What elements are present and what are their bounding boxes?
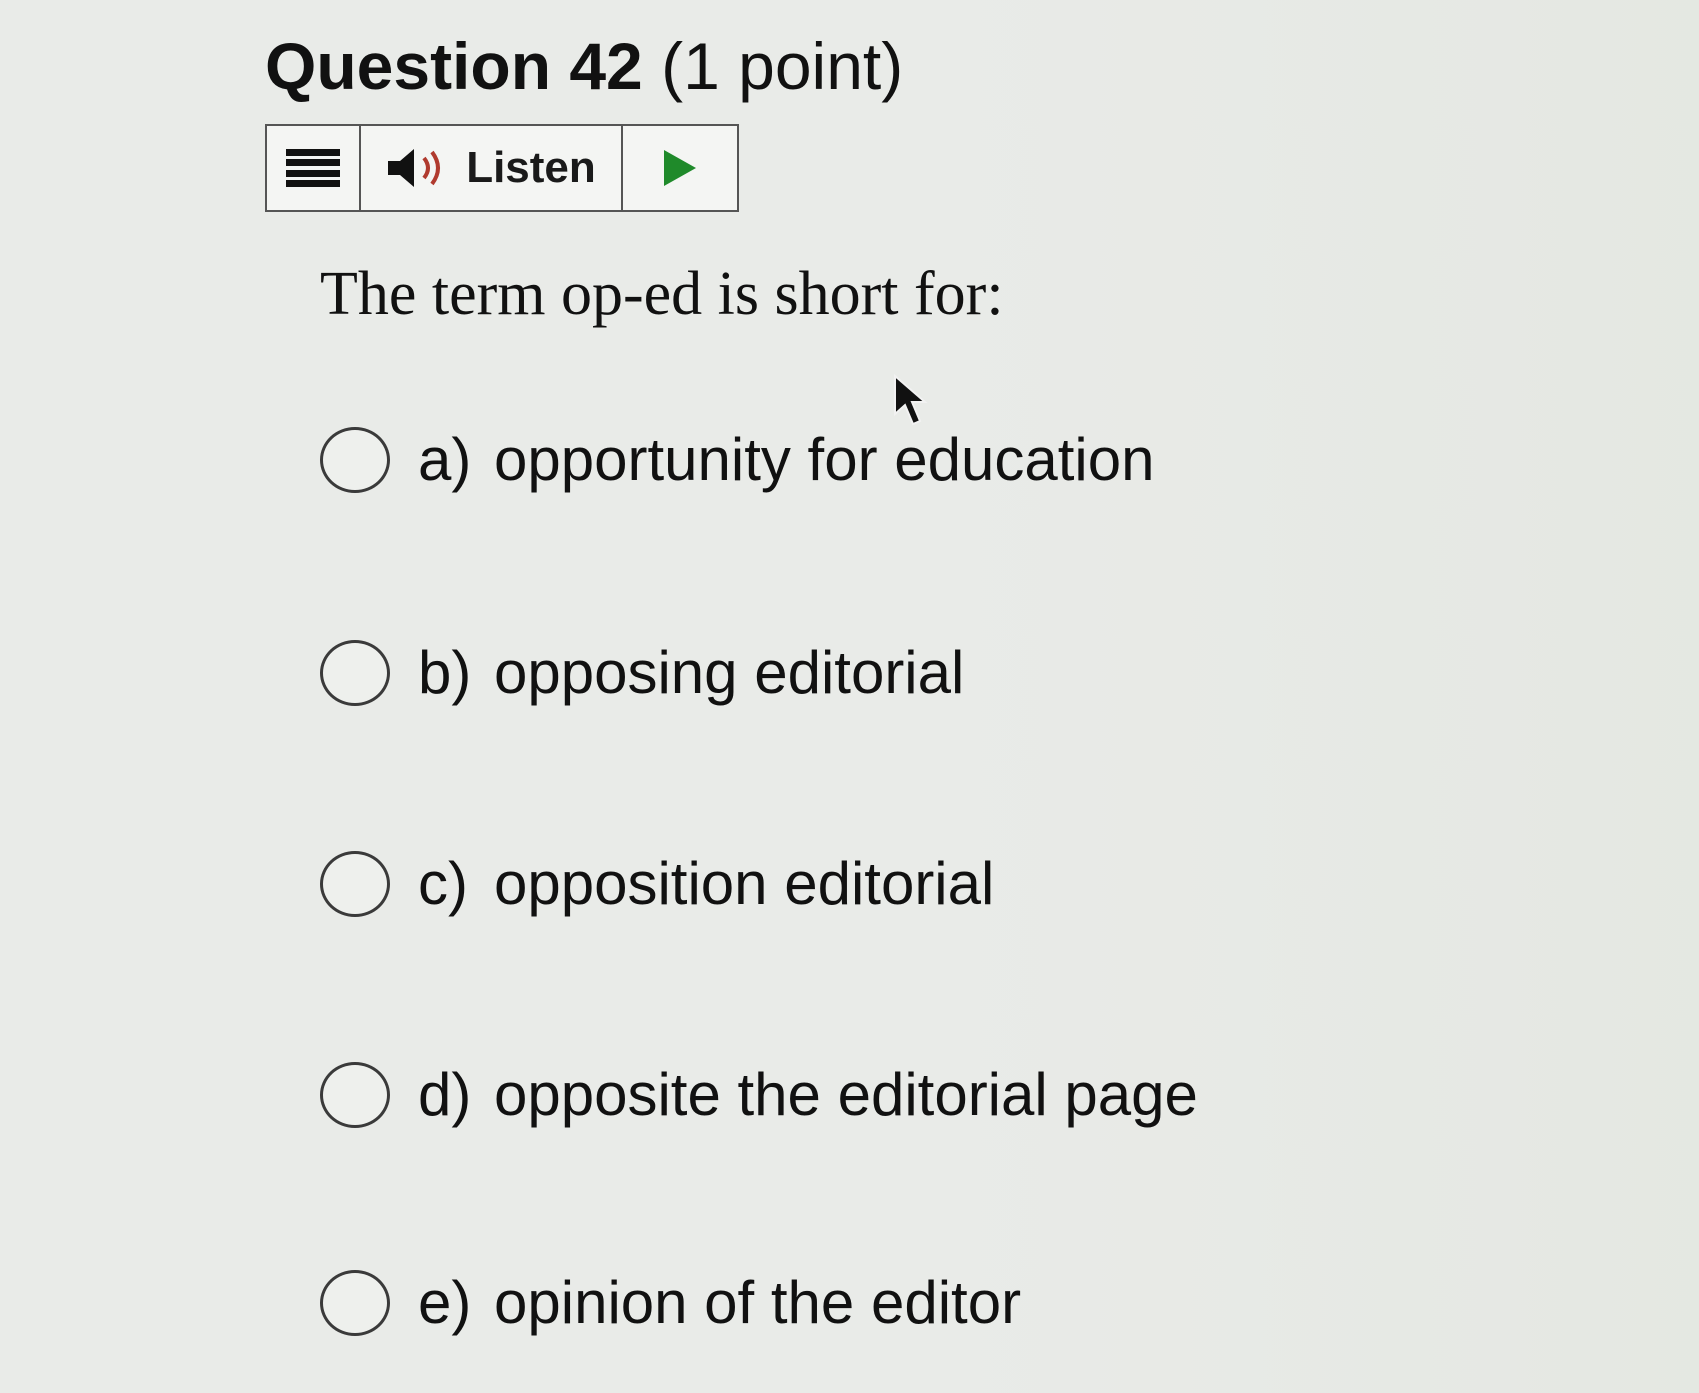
- play-button[interactable]: [623, 126, 737, 210]
- option-text: opposite the editorial page: [494, 1061, 1198, 1128]
- option-d[interactable]: d) opposite the editorial page: [320, 1060, 1198, 1130]
- option-letter: b): [418, 639, 472, 706]
- play-icon: [664, 150, 696, 186]
- radio-button-d[interactable]: [320, 1062, 390, 1128]
- radio-button-b[interactable]: [320, 640, 390, 706]
- speaker-icon: [388, 149, 441, 187]
- question-prompt: The term op-ed is short for:: [320, 260, 1004, 328]
- radio-button-a[interactable]: [320, 427, 390, 493]
- option-letter: a): [418, 426, 472, 493]
- listen-label: Listen: [466, 143, 596, 192]
- listen-button[interactable]: Listen: [361, 126, 623, 210]
- listen-toolbar: Listen: [265, 124, 739, 212]
- option-e[interactable]: e) opinion of the editor: [320, 1268, 1021, 1338]
- question-title: Question 42 (1 point): [265, 26, 903, 106]
- option-a[interactable]: a) opportunity for education: [320, 425, 1154, 495]
- option-text: opinion of the editor: [494, 1269, 1022, 1336]
- listen-menu-button[interactable]: [267, 126, 361, 210]
- option-text: opposing editorial: [494, 639, 965, 706]
- option-letter: c): [418, 850, 468, 917]
- option-letter: d): [418, 1061, 472, 1128]
- option-text: opposition editorial: [494, 850, 995, 917]
- question-number: Question 42: [265, 29, 643, 103]
- mouse-cursor-icon: [894, 374, 928, 426]
- option-b[interactable]: b) opposing editorial: [320, 638, 964, 708]
- radio-button-e[interactable]: [320, 1270, 390, 1336]
- option-letter: e): [418, 1269, 472, 1336]
- option-c[interactable]: c) opposition editorial: [320, 849, 994, 919]
- quiz-page: Question 42 (1 point) Listen The term op…: [0, 0, 1699, 1393]
- radio-button-c[interactable]: [320, 851, 390, 917]
- question-points: (1 point): [661, 29, 904, 103]
- hamburger-menu-icon: [286, 149, 340, 187]
- option-text: opportunity for education: [494, 426, 1155, 493]
